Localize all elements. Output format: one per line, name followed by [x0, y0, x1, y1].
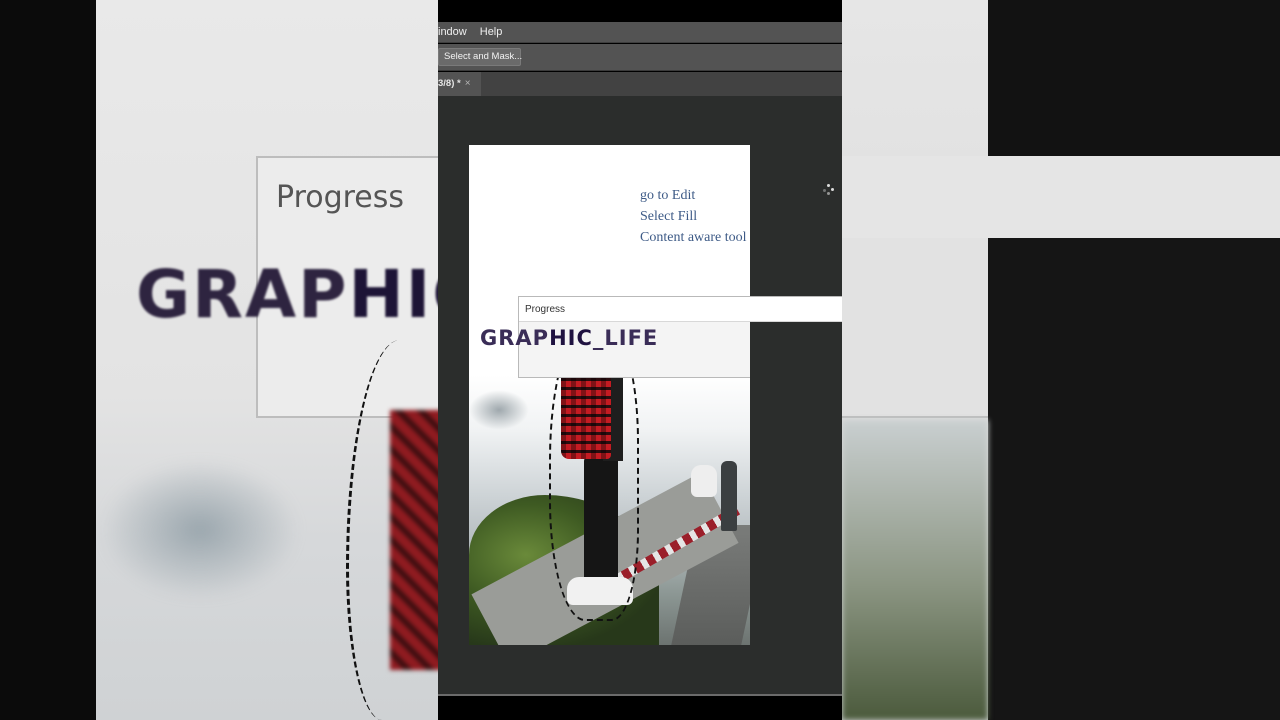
progress-dialog-title: Progress	[525, 304, 566, 315]
close-icon[interactable]: ×	[465, 78, 471, 89]
photoshop-window: indow Help Select and Mask... 3/8) * × g…	[438, 0, 842, 720]
loading-spinner-icon	[823, 184, 835, 196]
progress-dialog-titlebar: Progress	[519, 297, 842, 322]
backdrop-right-panel-lower	[842, 238, 988, 418]
backdrop-left: Progress GRAPHIC	[0, 0, 438, 720]
document-tab[interactable]: 3/8) * ×	[438, 72, 481, 96]
bottom-divider	[438, 694, 842, 696]
document-tab-bar: 3/8) * ×	[438, 72, 842, 96]
backdrop-right-scene	[842, 420, 988, 720]
photo-cloud	[469, 390, 529, 430]
menu-window[interactable]: indow	[438, 26, 472, 38]
menu-bar: indow Help	[438, 22, 842, 43]
backdrop-progress-title: Progress	[276, 180, 405, 215]
watermark-part-3: _LIFE	[592, 326, 659, 350]
backdrop-cloud	[100, 460, 300, 600]
watermark-graphic-life: GRAPHIC_LIFE	[480, 326, 658, 350]
photo-person-dark	[721, 461, 737, 531]
menu-help[interactable]: Help	[480, 26, 508, 38]
backdrop-watermark-a: GRAP	[136, 256, 349, 333]
document-canvas[interactable]	[469, 145, 750, 645]
backdrop-watermark-b: HIC	[348, 256, 438, 333]
backdrop-right-panel	[842, 156, 1280, 238]
instruction-content-aware: Content aware tool	[640, 230, 747, 245]
options-bar: Select and Mask...	[438, 44, 842, 71]
photo-person-white	[691, 465, 717, 497]
backdrop-right-top	[988, 0, 1280, 156]
backdrop-right	[842, 0, 1280, 720]
progress-dialog-dark-area	[750, 322, 842, 379]
select-and-mask-button[interactable]: Select and Mask...	[438, 48, 522, 66]
watermark-part-2: HIC	[549, 326, 593, 350]
backdrop-watermark: GRAPHIC	[136, 256, 438, 333]
document-tab-title: 3/8) *	[438, 78, 461, 89]
instruction-select-fill: Select Fill	[640, 209, 698, 224]
instruction-go-to-edit: go to Edit	[640, 188, 696, 203]
backdrop-right-dark	[988, 238, 1280, 720]
watermark-part-1: GRAP	[480, 326, 550, 350]
